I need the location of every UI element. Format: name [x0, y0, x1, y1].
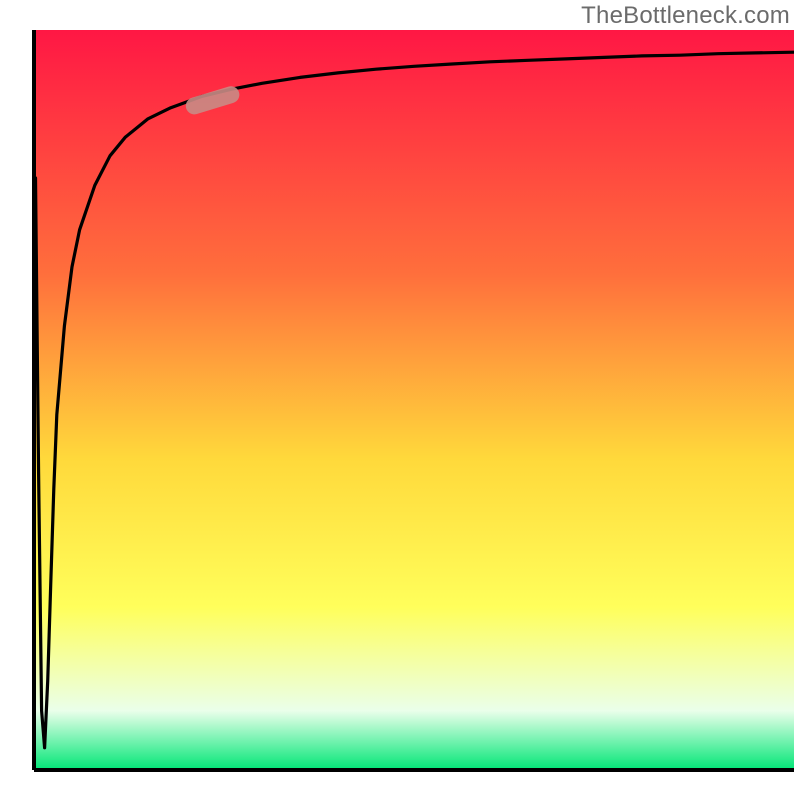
chart-stage: TheBottleneck.com — [0, 0, 800, 800]
chart-svg — [0, 0, 800, 800]
gradient-background — [34, 30, 794, 770]
attribution-text: TheBottleneck.com — [581, 2, 790, 30]
